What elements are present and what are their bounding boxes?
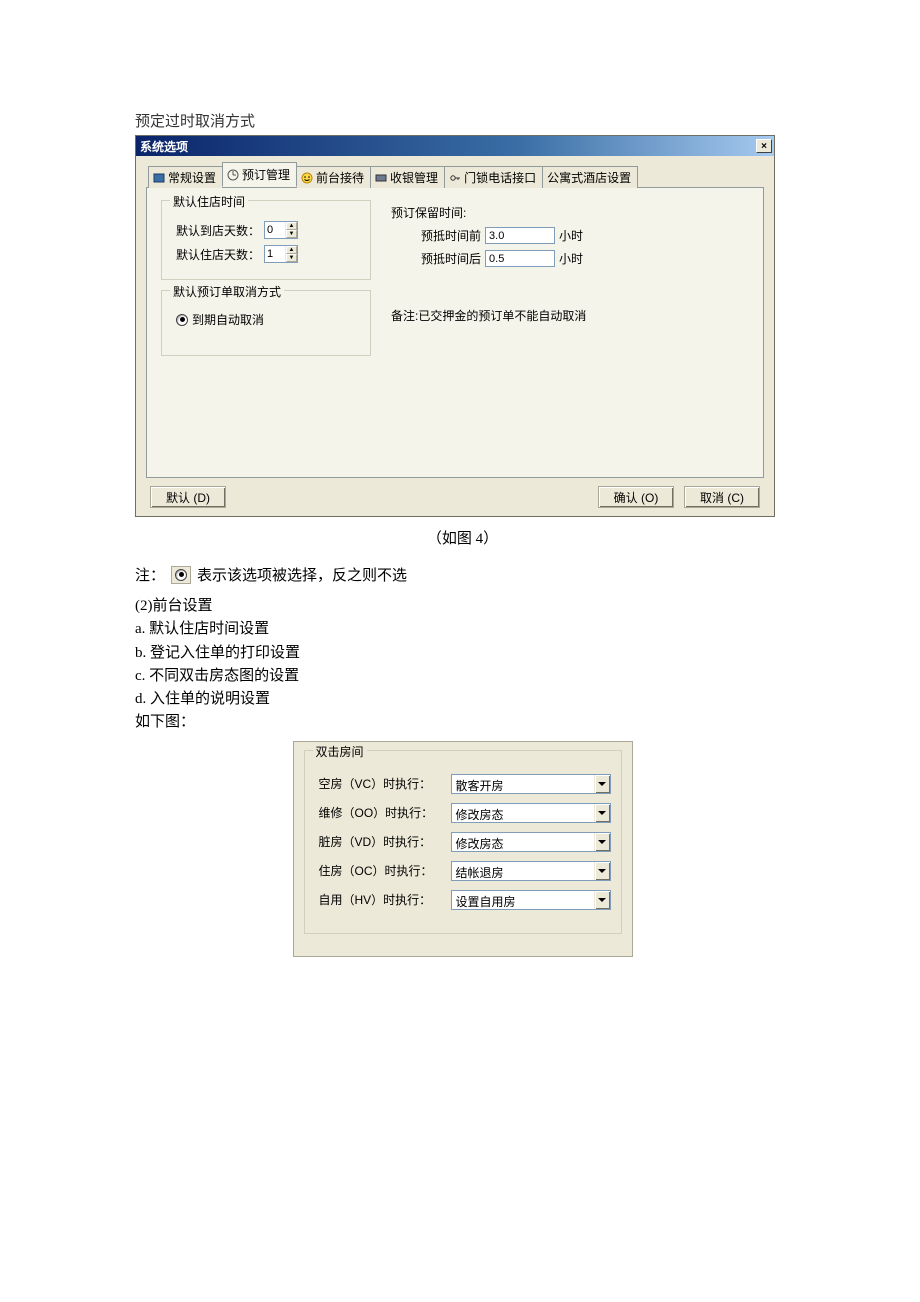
radio-checked-icon [175, 569, 187, 581]
spin-down-icon[interactable]: ▼ [286, 230, 297, 238]
spin-up-icon[interactable]: ▲ [286, 222, 297, 230]
combo-value: 散客开房 [452, 775, 594, 793]
section2-b: b. 登记入住单的打印设置 [135, 642, 790, 665]
combo-oo[interactable]: 修改房态 [451, 803, 611, 823]
section2-below: 如下图： [135, 711, 790, 734]
section2-a: a. 默认住店时间设置 [135, 618, 790, 641]
reserve-title: 预订保留时间: [391, 204, 749, 221]
chevron-down-icon[interactable] [594, 862, 610, 880]
chevron-down-icon[interactable] [594, 804, 610, 822]
tab-reception[interactable]: 前台接待 [296, 166, 371, 188]
chevron-down-icon[interactable] [594, 891, 610, 909]
tab-cashier[interactable]: 收银管理 [370, 166, 445, 188]
before-input[interactable] [485, 227, 555, 244]
group-legend: 默认住店时间 [170, 193, 248, 210]
section2-c: c. 不同双击房态图的设置 [135, 665, 790, 688]
titlebar: 系统选项 × [136, 136, 774, 156]
combo-value: 修改房态 [452, 804, 594, 822]
row-label: 维修（OO）时执行： [319, 804, 443, 821]
row-label: 自用（HV）时执行： [319, 891, 443, 908]
cancel-button[interactable]: 取消 (C) [684, 486, 760, 508]
tab-general[interactable]: 常规设置 [148, 166, 223, 188]
stay-days-label: 默认住店天数： [176, 246, 260, 263]
close-icon: × [761, 141, 767, 152]
booking-icon [227, 169, 239, 181]
dblclick-room-panel: 双击房间 空房（VC）时执行： 散客开房 维修（OO）时执行： 修改房态 [293, 741, 633, 957]
arrive-days-spinner[interactable]: ▲▼ [264, 221, 298, 239]
before-unit: 小时 [559, 227, 583, 244]
tab-label: 公寓式酒店设置 [547, 169, 631, 186]
combo-vc[interactable]: 散客开房 [451, 774, 611, 794]
tab-label: 预订管理 [242, 166, 290, 183]
group-legend: 默认预订单取消方式 [170, 283, 284, 300]
combo-vd[interactable]: 修改房态 [451, 832, 611, 852]
lock-icon [449, 172, 461, 184]
spin-up-icon[interactable]: ▲ [286, 246, 297, 254]
arrive-days-label: 默认到店天数： [176, 222, 260, 239]
tab-lock-phone[interactable]: 门锁电话接口 [444, 166, 543, 188]
tab-apartment[interactable]: 公寓式酒店设置 [542, 166, 638, 188]
chevron-down-icon[interactable] [594, 833, 610, 851]
dialog-title: 系统选项 [140, 138, 188, 155]
reception-icon [301, 172, 313, 184]
ok-button[interactable]: 确认 (O) [598, 486, 674, 508]
group-default-checkin: 默认住店时间 默认到店天数： ▲▼ 默认住店天数： [161, 200, 371, 280]
stay-days-input[interactable] [265, 246, 285, 262]
tab-booking[interactable]: 预订管理 [222, 162, 297, 187]
note-suffix: 表示该选项被选择，反之则不选 [197, 564, 407, 585]
group-default-cancel: 默认预订单取消方式 到期自动取消 [161, 290, 371, 356]
combo-oc[interactable]: 结帐退房 [451, 861, 611, 881]
remark-text: 备注:已交押金的预订单不能自动取消 [391, 307, 586, 324]
tab-content: 默认住店时间 默认到店天数： ▲▼ 默认住店天数： [146, 188, 764, 478]
after-unit: 小时 [559, 250, 583, 267]
stay-days-spinner[interactable]: ▲▼ [264, 245, 298, 263]
figure-caption: （如图 4） [135, 527, 790, 548]
chevron-down-icon[interactable] [594, 775, 610, 793]
tab-label: 前台接待 [316, 169, 364, 186]
section2-d: d. 入住单的说明设置 [135, 688, 790, 711]
default-button[interactable]: 默认 (D) [150, 486, 226, 508]
system-options-dialog: 系统选项 × 常规设置 预订管理 [135, 135, 775, 517]
combo-value: 结帐退房 [452, 862, 594, 880]
radio-demo-icon [171, 566, 191, 584]
close-button[interactable]: × [756, 139, 772, 153]
after-label: 预抵时间后 [421, 250, 481, 267]
row-label: 空房（VC）时执行： [319, 775, 443, 792]
arrive-days-input[interactable] [265, 222, 285, 238]
after-input[interactable] [485, 250, 555, 267]
before-label: 预抵时间前 [421, 227, 481, 244]
tab-label: 门锁电话接口 [464, 169, 536, 186]
row-label: 住房（OC）时执行： [319, 862, 443, 879]
tab-label: 常规设置 [168, 169, 216, 186]
combo-hv[interactable]: 设置自用房 [451, 890, 611, 910]
general-icon [153, 172, 165, 184]
row-label: 脏房（VD）时执行： [319, 833, 443, 850]
group-legend: 双击房间 [313, 743, 367, 760]
tab-strip: 常规设置 预订管理 前台接待 [146, 166, 764, 188]
combo-value: 设置自用房 [452, 891, 594, 909]
spin-down-icon[interactable]: ▼ [286, 254, 297, 262]
note-prefix: 注： [135, 564, 165, 585]
note-line: 注： 表示该选项被选择，反之则不选 [135, 564, 790, 585]
combo-value: 修改房态 [452, 833, 594, 851]
section2-title: (2)前台设置 [135, 595, 790, 618]
page-heading: 预定过时取消方式 [135, 110, 790, 131]
tab-label: 收银管理 [390, 169, 438, 186]
radio-auto-cancel[interactable] [176, 314, 188, 326]
cashier-icon [375, 172, 387, 184]
radio-label: 到期自动取消 [192, 311, 264, 328]
